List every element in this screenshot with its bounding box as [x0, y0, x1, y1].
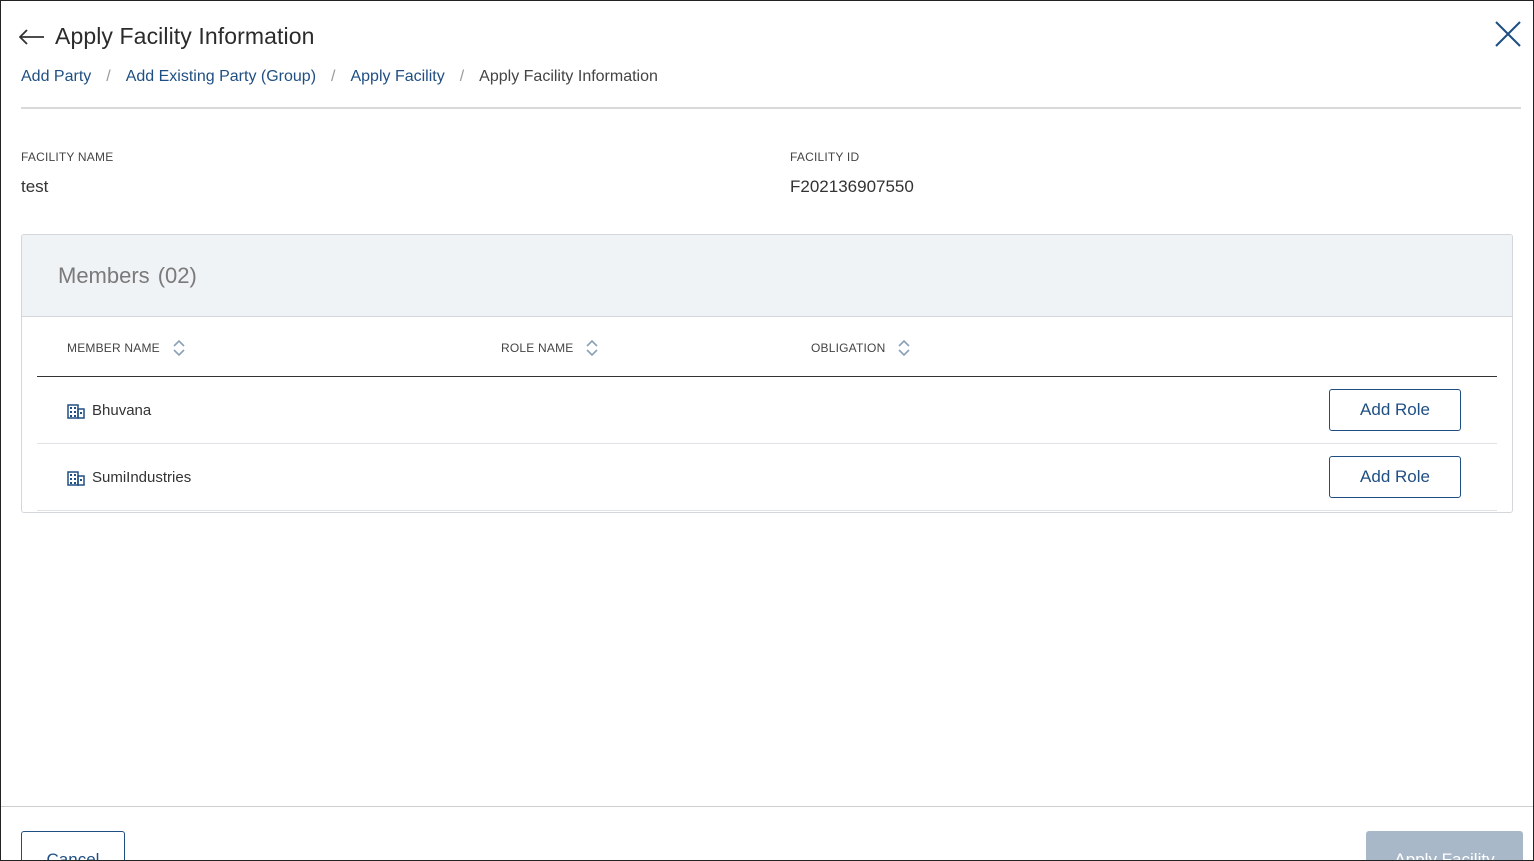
close-icon[interactable] — [1493, 19, 1523, 49]
page-header: Apply Facility Information — [19, 23, 315, 50]
page-title: Apply Facility Information — [55, 23, 315, 49]
building-icon — [67, 470, 85, 486]
members-panel: Members (02) MEMBER NAME ROLE NAME OBLIG… — [21, 234, 1513, 513]
add-role-button[interactable]: Add Role — [1329, 456, 1461, 498]
facility-id-value: F202136907550 — [790, 177, 914, 196]
members-title: Members — [58, 262, 150, 288]
breadcrumb-separator: / — [459, 68, 465, 85]
member-name: Bhuvana — [92, 402, 152, 419]
breadcrumb-add-existing-party[interactable]: Add Existing Party (Group) — [126, 68, 316, 86]
members-table: MEMBER NAME ROLE NAME OBLIGATION Bhuvana… — [37, 318, 1497, 511]
column-label: ROLE NAME — [501, 340, 574, 355]
dialog-window: Apply Facility Information Add Party / A… — [0, 0, 1534, 861]
table-row: SumiIndustries Add Role — [37, 444, 1497, 511]
table-header: MEMBER NAME ROLE NAME OBLIGATION — [37, 318, 1497, 377]
add-role-button[interactable]: Add Role — [1329, 389, 1461, 431]
building-icon — [67, 403, 85, 419]
apply-facility-button[interactable]: Apply Facility — [1366, 831, 1523, 860]
member-name-cell: Bhuvana — [67, 377, 151, 444]
breadcrumb-separator: / — [331, 68, 336, 85]
column-label: MEMBER NAME — [67, 340, 160, 355]
member-name-cell: SumiIndustries — [67, 444, 191, 511]
facility-name-label: FACILITY NAME — [21, 150, 114, 164]
members-count: (02) — [157, 262, 197, 288]
facility-id-label: FACILITY ID — [790, 150, 860, 164]
table-row: Bhuvana Add Role — [37, 377, 1497, 444]
column-member-name[interactable]: MEMBER NAME — [67, 318, 186, 377]
arrow-left-icon[interactable] — [19, 26, 47, 48]
column-obligation[interactable]: OBLIGATION — [811, 318, 911, 377]
header-divider — [21, 107, 1521, 109]
member-name: SumiIndustries — [92, 469, 192, 486]
members-header: Members (02) — [22, 235, 1512, 317]
sort-icon[interactable] — [897, 339, 911, 357]
breadcrumb: Add Party / Add Existing Party (Group) /… — [21, 68, 658, 86]
breadcrumb-apply-facility[interactable]: Apply Facility — [350, 68, 444, 86]
breadcrumb-current: Apply Facility Information — [479, 68, 658, 85]
sort-icon[interactable] — [172, 339, 186, 357]
footer-divider — [1, 806, 1533, 807]
column-label: OBLIGATION — [811, 340, 886, 355]
breadcrumb-separator: / — [106, 68, 111, 85]
facility-name-value: test — [21, 177, 49, 196]
cancel-button[interactable]: Cancel — [21, 831, 125, 860]
sort-icon[interactable] — [585, 339, 599, 357]
breadcrumb-add-party[interactable]: Add Party — [21, 68, 91, 86]
column-role-name[interactable]: ROLE NAME — [501, 318, 599, 377]
